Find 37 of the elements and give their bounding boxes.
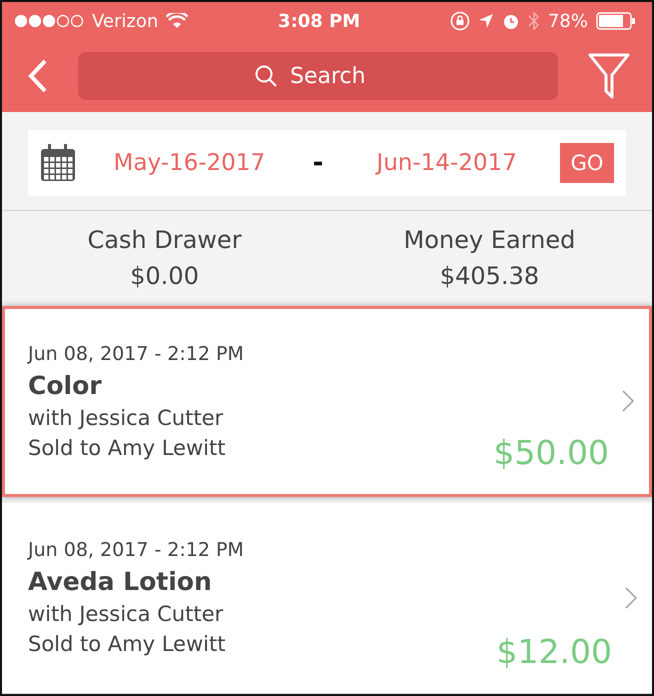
battery-icon [596,12,636,30]
summary-value: $0.00 [130,262,199,290]
back-icon[interactable] [28,59,48,93]
end-date[interactable]: Jun-14-2017 [333,150,560,176]
summary-value: $405.38 [440,262,540,290]
wifi-icon [166,13,188,29]
transaction-date: Jun 08, 2017 - 2:12 PM [28,539,245,562]
signal-icon [14,14,84,28]
date-separator: - [312,148,324,178]
staff-name: with Jessica Cutter [28,406,224,430]
transaction-amount: $12.00 [496,632,612,671]
battery-percent: 78% [548,10,588,32]
summary-label: Cash Drawer [87,226,242,254]
staff-name: with Jessica Cutter [28,602,224,626]
chevron-icon [621,389,635,414]
customer-name: Sold to Amy Lewitt [28,632,226,656]
go-button[interactable]: GO [560,143,614,183]
location-arrow-icon [478,13,494,29]
rotation-lock-icon [450,11,470,31]
transaction-title: Color [28,370,103,400]
transaction-date: Jun 08, 2017 - 2:12 PM [28,342,245,365]
carrier-name: Verizon [92,10,158,32]
calendar-icon[interactable] [40,144,76,182]
bluetooth-icon [528,11,540,31]
start-date[interactable]: May-16-2017 [76,150,303,176]
transaction-row[interactable]: Jun 08, 2017 - 2:12 PM Aveda Lotion with Jessica Cutter Sold to Amy Lewitt $12.00 [2,502,652,694]
search-icon [254,64,278,88]
search-field[interactable]: Search [288,62,382,90]
transaction-amount: $50.00 [494,432,609,472]
summary-label: Money Earned [404,226,576,254]
transaction-title: Aveda Lotion [28,567,213,596]
status-time: 3:08 PM [278,10,360,32]
alarm-clock-icon [502,12,520,30]
transaction-row[interactable]: Jun 08, 2017 - 2:12 PM Color with Jessica Cutter Sold to Amy Lewitt $50.00 [2,306,652,497]
customer-name: Sold to Amy Lewitt [28,436,226,460]
filter-icon[interactable] [588,53,630,99]
chevron-icon [624,586,638,610]
